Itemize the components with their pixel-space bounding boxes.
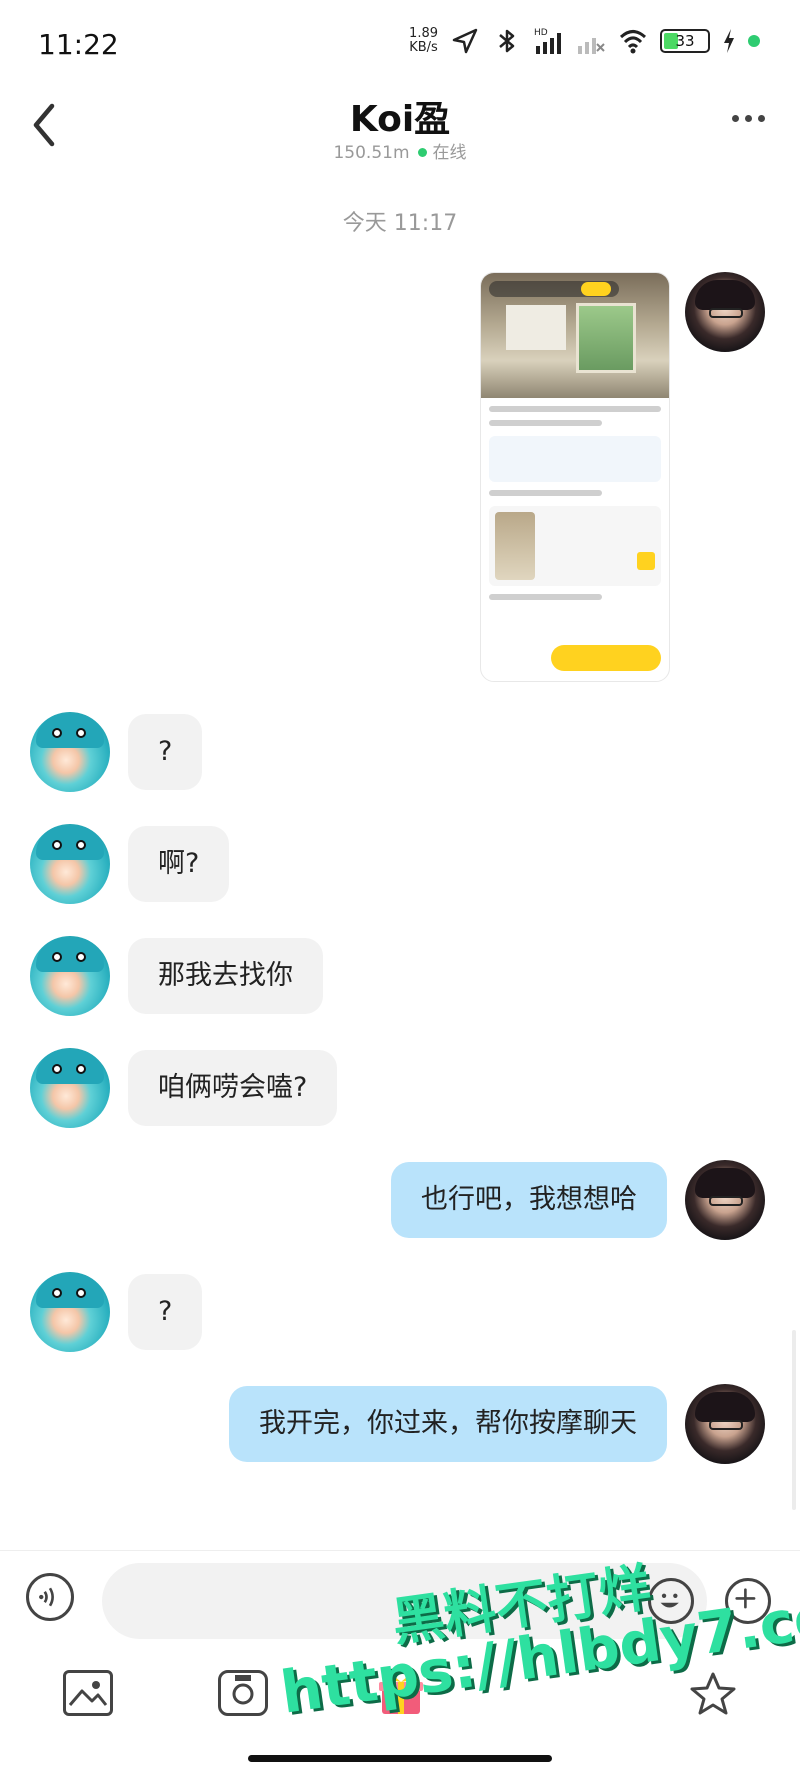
contact-distance: 150.51m [333,143,410,163]
message-bubble[interactable]: 啊? [128,826,230,902]
home-indicator[interactable] [248,1755,552,1762]
status-icons: 1.89 KB/s HD 33 [409,26,760,56]
status-time: 11:22 [38,28,119,61]
message-bubble[interactable]: ? [128,1274,203,1350]
contact-avatar[interactable] [30,1048,110,1128]
battery-icon: 33 [660,29,710,53]
hotel-room-photo [481,273,669,398]
message-bubble[interactable]: 也行吧，我想想哈 [391,1162,667,1238]
star-icon[interactable] [688,1670,738,1716]
bluetooth-icon [499,29,515,53]
contact-subtitle: 150.51m 在线 [0,138,800,163]
image-message[interactable] [480,272,670,682]
voice-icon[interactable] [26,1573,74,1621]
emoji-icon[interactable] [648,1578,694,1624]
more-icon[interactable] [732,108,772,128]
message-bubble[interactable]: 那我去找你 [128,938,323,1014]
contact-name[interactable]: Koi盈 [0,90,800,142]
message-timestamp: 今天 11:17 [342,211,458,236]
charging-icon [724,29,734,53]
net-speed-value: 1.89 [409,26,438,41]
signal-icon: HD [534,28,561,54]
message-bubble[interactable]: 咱俩唠会嗑? [128,1050,338,1126]
scrollbar[interactable] [792,1330,796,1510]
photo-icon[interactable] [63,1670,113,1716]
contact-avatar[interactable] [30,1272,110,1352]
privacy-indicator-icon [748,35,760,47]
message-bubble[interactable]: 我开完，你过来，帮你按摩聊天 [229,1386,667,1462]
wifi-icon [619,30,647,54]
battery-level: 33 [675,32,695,50]
message-bubble[interactable]: ? [128,714,203,790]
attachment-toolbar [0,1660,800,1740]
my-avatar[interactable] [685,272,765,352]
net-speed-unit: KB/s [409,40,438,55]
plus-icon[interactable] [725,1578,771,1624]
signal-2-icon [578,38,605,54]
contact-avatar[interactable] [30,936,110,1016]
my-avatar[interactable] [685,1384,765,1464]
signal-label: HD [534,28,548,38]
message-input[interactable] [102,1563,707,1639]
contact-avatar[interactable] [30,824,110,904]
net-speed: 1.89 KB/s [409,27,438,55]
online-status: 在线 [432,143,467,163]
chat-header: Koi盈 150.51m 在线 [0,90,800,180]
contact-avatar[interactable] [30,712,110,792]
my-avatar[interactable] [685,1160,765,1240]
location-icon [452,28,478,54]
gift-icon[interactable] [376,1670,426,1716]
camera-icon[interactable] [218,1670,268,1716]
status-bar: 11:22 1.89 KB/s HD 33 [0,0,800,90]
online-indicator-icon [417,147,427,157]
divider [0,1550,800,1551]
